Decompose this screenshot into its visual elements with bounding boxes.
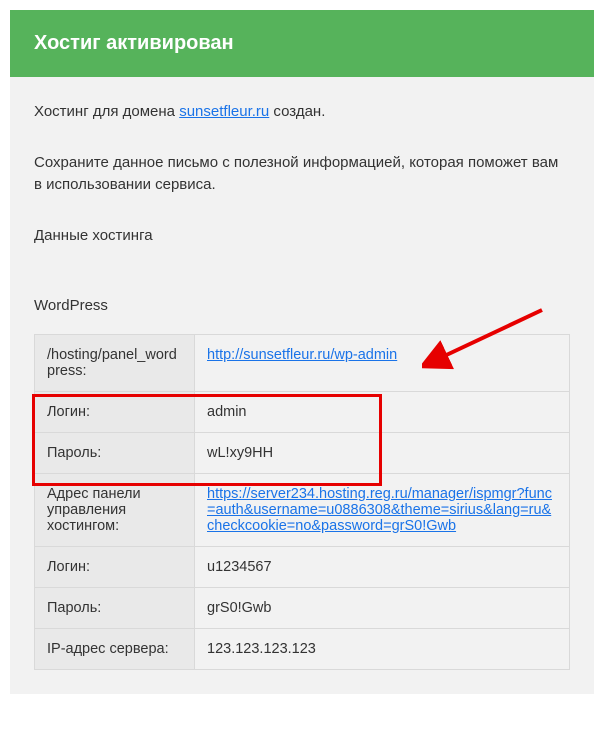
cell-val: wL!xy9HH [195,433,570,474]
cell-val: admin [195,392,570,433]
cell-val: 123.123.123.123 [195,629,570,670]
section-title: WordPress [34,297,570,314]
cell-val: https://server234.hosting.reg.ru/manager… [195,474,570,547]
intro-line-2: Сохраните данное письмо с полезной инфор… [34,152,570,197]
table-row: Логин: u1234567 [35,547,570,588]
email-header: Хостиг активирован [10,10,594,77]
cell-key: Пароль: [35,433,195,474]
info-table: /hosting/panel_wordpress: http://sunsetf… [34,334,570,670]
email-card: Хостиг активирован Хостинг для домена su… [10,10,594,694]
intro-pre: Хостинг для домена [34,103,179,120]
cell-key: Адрес панели управления хостингом: [35,474,195,547]
table-row: Пароль: wL!xy9HH [35,433,570,474]
table-row: Логин: admin [35,392,570,433]
cell-key: Логин: [35,547,195,588]
cell-key: IP-адрес сервера: [35,629,195,670]
cell-key: Пароль: [35,588,195,629]
intro-line-3: Данные хостинга [34,225,570,248]
email-body: Хостинг для домена sunsetfleur.ru создан… [10,77,594,694]
cell-key: /hosting/panel_wordpress: [35,335,195,392]
table-row: Пароль: grS0!Gwb [35,588,570,629]
domain-link[interactable]: sunsetfleur.ru [179,103,269,120]
table-row: Адрес панели управления хостингом: https… [35,474,570,547]
hosting-panel-link[interactable]: https://server234.hosting.reg.ru/manager… [207,486,552,534]
intro-line-1: Хостинг для домена sunsetfleur.ru создан… [34,101,570,124]
wp-admin-link[interactable]: http://sunsetfleur.ru/wp-admin [207,347,397,363]
table-wrap: /hosting/panel_wordpress: http://sunsetf… [34,334,570,670]
cell-val: http://sunsetfleur.ru/wp-admin [195,335,570,392]
cell-key: Логин: [35,392,195,433]
cell-val: u1234567 [195,547,570,588]
table-row: /hosting/panel_wordpress: http://sunsetf… [35,335,570,392]
email-title: Хостиг активирован [34,32,234,54]
intro-post: создан. [269,103,325,120]
cell-val: grS0!Gwb [195,588,570,629]
table-row: IP-адрес сервера: 123.123.123.123 [35,629,570,670]
